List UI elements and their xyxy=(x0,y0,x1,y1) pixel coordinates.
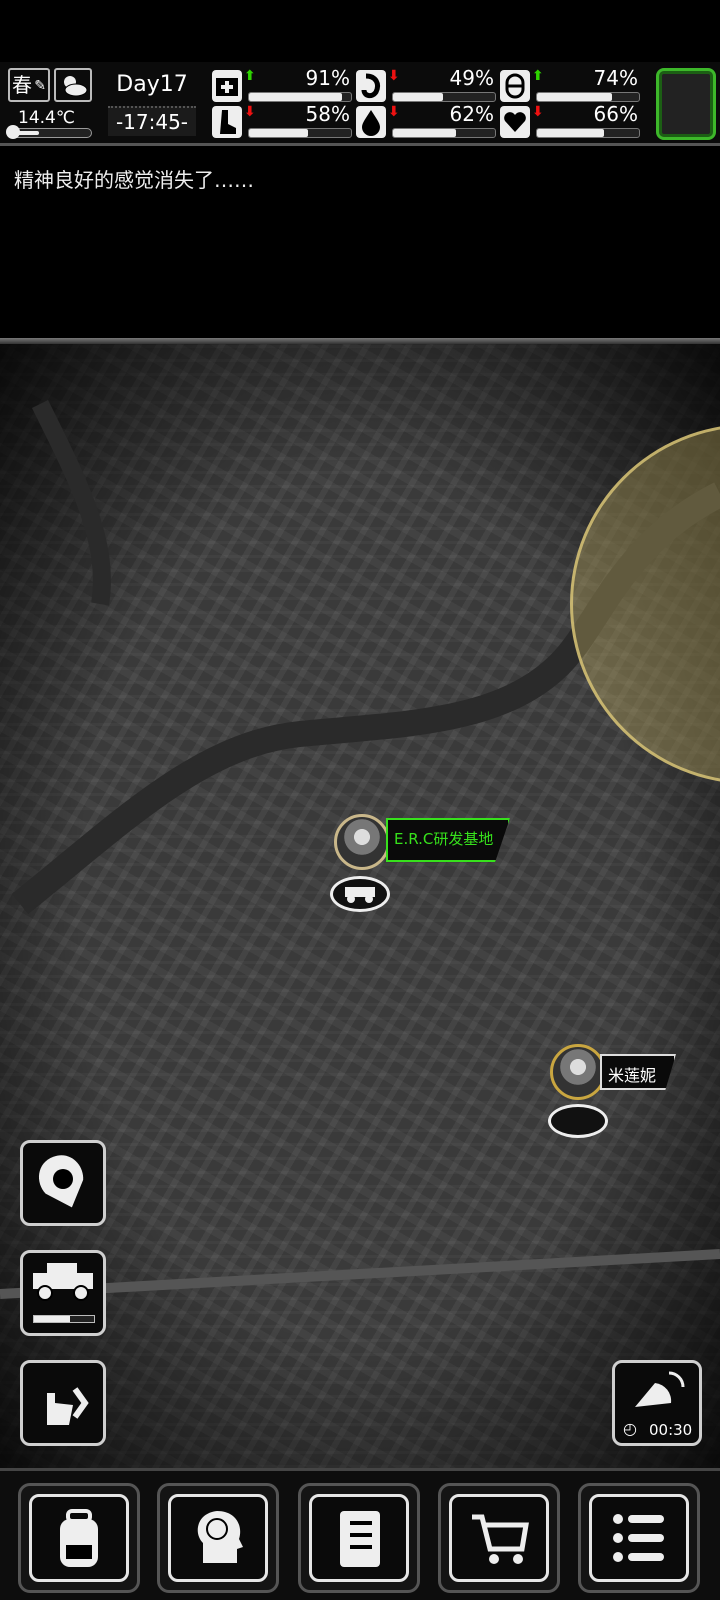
satellite-dish-icon xyxy=(635,1371,685,1407)
trend-up-icon: ⬆ xyxy=(532,68,544,84)
stat-mood: ⬆ 74% xyxy=(500,66,640,104)
npc-location-pin[interactable] xyxy=(548,1104,608,1138)
temperature-readout: 14.4℃ xyxy=(18,108,75,128)
trend-down-icon: ⬇ xyxy=(388,104,400,120)
status-hud: 春 ✎ 14.4℃ Day17 -17:45- ⬆ 91% ⬇ 49% ⬆ 74… xyxy=(0,62,720,146)
vehicle-location-pin[interactable] xyxy=(330,876,390,912)
backpack-button[interactable] xyxy=(18,1483,140,1593)
temperature-fill xyxy=(15,131,39,135)
shopping-cart-icon xyxy=(472,1514,529,1564)
tap-hand-icon xyxy=(47,1387,89,1425)
world-map[interactable]: E.R.C研发基地 米莲妮 ◴ 00:30 xyxy=(0,344,720,1468)
stat-bar xyxy=(536,128,640,138)
season-indicator: 春 ✎ xyxy=(8,68,50,102)
clock: -17:45- xyxy=(108,106,196,136)
stat-bar xyxy=(248,92,352,102)
npc-portrait[interactable] xyxy=(550,1044,606,1100)
fuel-bar xyxy=(33,1315,95,1323)
stat-value: 74% xyxy=(593,66,638,90)
trend-down-icon: ⬇ xyxy=(388,68,400,84)
car-icon xyxy=(345,887,375,903)
stat-stamina: ⬇ 58% xyxy=(212,102,352,140)
radar-scan-button[interactable]: ◴ 00:30 xyxy=(612,1360,702,1446)
water-drop-icon xyxy=(356,106,386,138)
pill-icon xyxy=(500,70,530,102)
season-label: 春 xyxy=(12,73,32,97)
jeep-icon xyxy=(33,1263,93,1301)
interact-next-button[interactable] xyxy=(20,1360,106,1446)
trend-down-icon: ⬇ xyxy=(244,104,256,120)
medkit-icon xyxy=(212,70,242,102)
notebook-icon xyxy=(340,1511,380,1567)
shop-button[interactable] xyxy=(438,1483,560,1593)
heart-icon xyxy=(500,106,530,138)
stat-bar xyxy=(392,92,496,102)
stat-bar xyxy=(536,92,640,102)
stat-value: 66% xyxy=(593,102,638,126)
temperature-bar xyxy=(6,125,92,139)
stomach-icon xyxy=(356,70,386,102)
stat-bar xyxy=(392,128,496,138)
locate-character-button[interactable] xyxy=(20,1140,106,1226)
weather-icon xyxy=(54,68,92,102)
character-portrait[interactable] xyxy=(334,814,390,870)
stat-value: 62% xyxy=(449,102,494,126)
map-pin-person-icon xyxy=(39,1155,84,1208)
stat-value: 91% xyxy=(305,66,350,90)
bottom-toolbar xyxy=(0,1468,720,1600)
trend-up-icon: ⬆ xyxy=(244,68,256,84)
stat-hunger: ⬇ 49% xyxy=(356,66,496,104)
journal-button[interactable] xyxy=(298,1483,420,1593)
brain-head-icon xyxy=(197,1511,243,1563)
location-label[interactable]: E.R.C研发基地 xyxy=(386,818,510,862)
day-counter: Day17 xyxy=(116,72,188,97)
npc-label[interactable]: 米莲妮 xyxy=(600,1054,676,1090)
equipment-slot-button[interactable] xyxy=(656,68,716,140)
stat-value: 49% xyxy=(449,66,494,90)
skills-button[interactable] xyxy=(157,1483,279,1593)
vehicle-button[interactable] xyxy=(20,1250,106,1336)
stat-bar xyxy=(248,128,352,138)
stat-spirit: ⬇ 66% xyxy=(500,102,640,140)
message-log: 精神良好的感觉消失了…… xyxy=(0,150,720,340)
clock-icon: ◴ xyxy=(623,1419,637,1438)
stat-thirst: ⬇ 62% xyxy=(356,102,496,140)
backpack-icon xyxy=(60,1509,98,1567)
menu-button[interactable] xyxy=(578,1483,700,1593)
day-time-panel: Day17 -17:45- xyxy=(104,66,200,140)
stat-value: 58% xyxy=(305,102,350,126)
foot-icon xyxy=(212,106,242,138)
menu-list-icon xyxy=(613,1514,664,1562)
trend-down-icon: ⬇ xyxy=(532,104,544,120)
stat-health: ⬆ 91% xyxy=(212,66,352,104)
feather-icon: ✎ xyxy=(34,78,46,94)
log-message: 精神良好的感觉消失了…… xyxy=(14,168,254,192)
radar-timer: 00:30 xyxy=(649,1421,693,1439)
season-weather-panel: 春 ✎ 14.4℃ xyxy=(6,68,92,139)
